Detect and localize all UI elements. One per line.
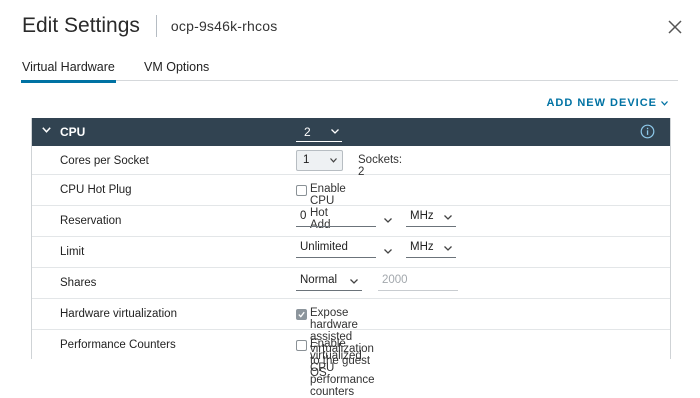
shares-label: Shares xyxy=(60,277,97,289)
chevron-down-icon xyxy=(661,100,668,106)
cpu-hot-plug-label: CPU Hot Plug xyxy=(60,184,132,196)
header-divider xyxy=(155,15,157,37)
row-limit: Limit Unlimited MHz xyxy=(32,237,670,268)
reservation-dropdown-chevron-icon[interactable] xyxy=(384,218,392,223)
cores-per-socket-select[interactable]: 1 xyxy=(296,150,343,171)
hardware-virtualization-label: Hardware virtualization xyxy=(60,308,177,320)
cpu-section-label: CPU xyxy=(60,125,86,139)
performance-counters-label: Performance Counters xyxy=(60,339,176,351)
shares-level-value: Normal xyxy=(300,274,338,286)
info-icon[interactable] xyxy=(640,124,655,139)
cpu-section-header[interactable]: CPU 2 xyxy=(32,118,670,146)
limit-dropdown-chevron-icon[interactable] xyxy=(384,249,392,254)
cores-per-socket-label: Cores per Socket xyxy=(60,155,149,167)
collapse-chevron-icon[interactable] xyxy=(42,127,51,133)
limit-label: Limit xyxy=(60,246,85,258)
tab-vm-options[interactable]: VM Options xyxy=(144,60,209,74)
dialog-header: Edit Settings ocp-9s46k-rhcos xyxy=(22,14,277,38)
reservation-label: Reservation xyxy=(60,215,122,227)
row-reservation: Reservation 0 MHz xyxy=(32,206,670,237)
chevron-down-icon xyxy=(444,215,452,220)
limit-unit-value: MHz xyxy=(410,241,434,253)
shares-amount-input: 2000 xyxy=(378,272,458,291)
cpu-panel: CPU 2 Cores per Socket 1 Sockets: 2 CPU … xyxy=(31,118,671,398)
cores-per-socket-value: 1 xyxy=(303,154,310,166)
chevron-down-icon xyxy=(331,129,339,134)
reservation-input[interactable]: 0 xyxy=(296,208,376,227)
shares-amount-value: 2000 xyxy=(382,274,408,286)
chevron-down-icon xyxy=(330,158,337,163)
limit-input[interactable]: Unlimited xyxy=(296,239,376,258)
reservation-unit-select[interactable]: MHz xyxy=(406,208,456,227)
tab-bar: Virtual Hardware VM Options xyxy=(21,58,678,83)
chevron-down-icon xyxy=(444,246,452,251)
row-shares: Shares Normal 2000 xyxy=(32,268,670,299)
row-hardware-virtualization: Hardware virtualization Expose hardware … xyxy=(32,299,670,379)
check-icon xyxy=(298,311,305,318)
add-new-device-label: ADD NEW DEVICE xyxy=(546,97,657,109)
cpu-count-value: 2 xyxy=(304,125,311,139)
row-cores-per-socket: Cores per Socket 1 Sockets: 2 xyxy=(32,146,670,178)
reservation-unit-value: MHz xyxy=(410,210,434,222)
cpu-count-select[interactable]: 2 xyxy=(296,123,342,142)
row-performance-counters: Performance Counters Enable virtualized … xyxy=(32,330,670,398)
performance-counters-checkbox[interactable] xyxy=(296,340,307,351)
hardware-virtualization-checkbox[interactable] xyxy=(296,309,307,320)
chevron-down-icon xyxy=(350,279,358,284)
vm-name: ocp-9s46k-rhcos xyxy=(170,18,278,34)
dialog-title: Edit Settings xyxy=(22,14,140,37)
close-icon[interactable] xyxy=(668,20,682,34)
add-new-device-button[interactable]: ADD NEW DEVICE xyxy=(546,97,668,109)
performance-counters-text[interactable]: Enable virtualized CPU performance count… xyxy=(310,338,375,398)
limit-value: Unlimited xyxy=(300,241,348,253)
limit-unit-select[interactable]: MHz xyxy=(406,239,456,258)
row-cpu-hot-plug: CPU Hot Plug Enable CPU Hot Add xyxy=(32,175,670,231)
shares-level-select[interactable]: Normal xyxy=(296,272,362,291)
cpu-hot-add-checkbox[interactable] xyxy=(296,185,307,196)
reservation-value: 0 xyxy=(300,210,307,222)
tab-virtual-hardware[interactable]: Virtual Hardware xyxy=(21,60,116,83)
